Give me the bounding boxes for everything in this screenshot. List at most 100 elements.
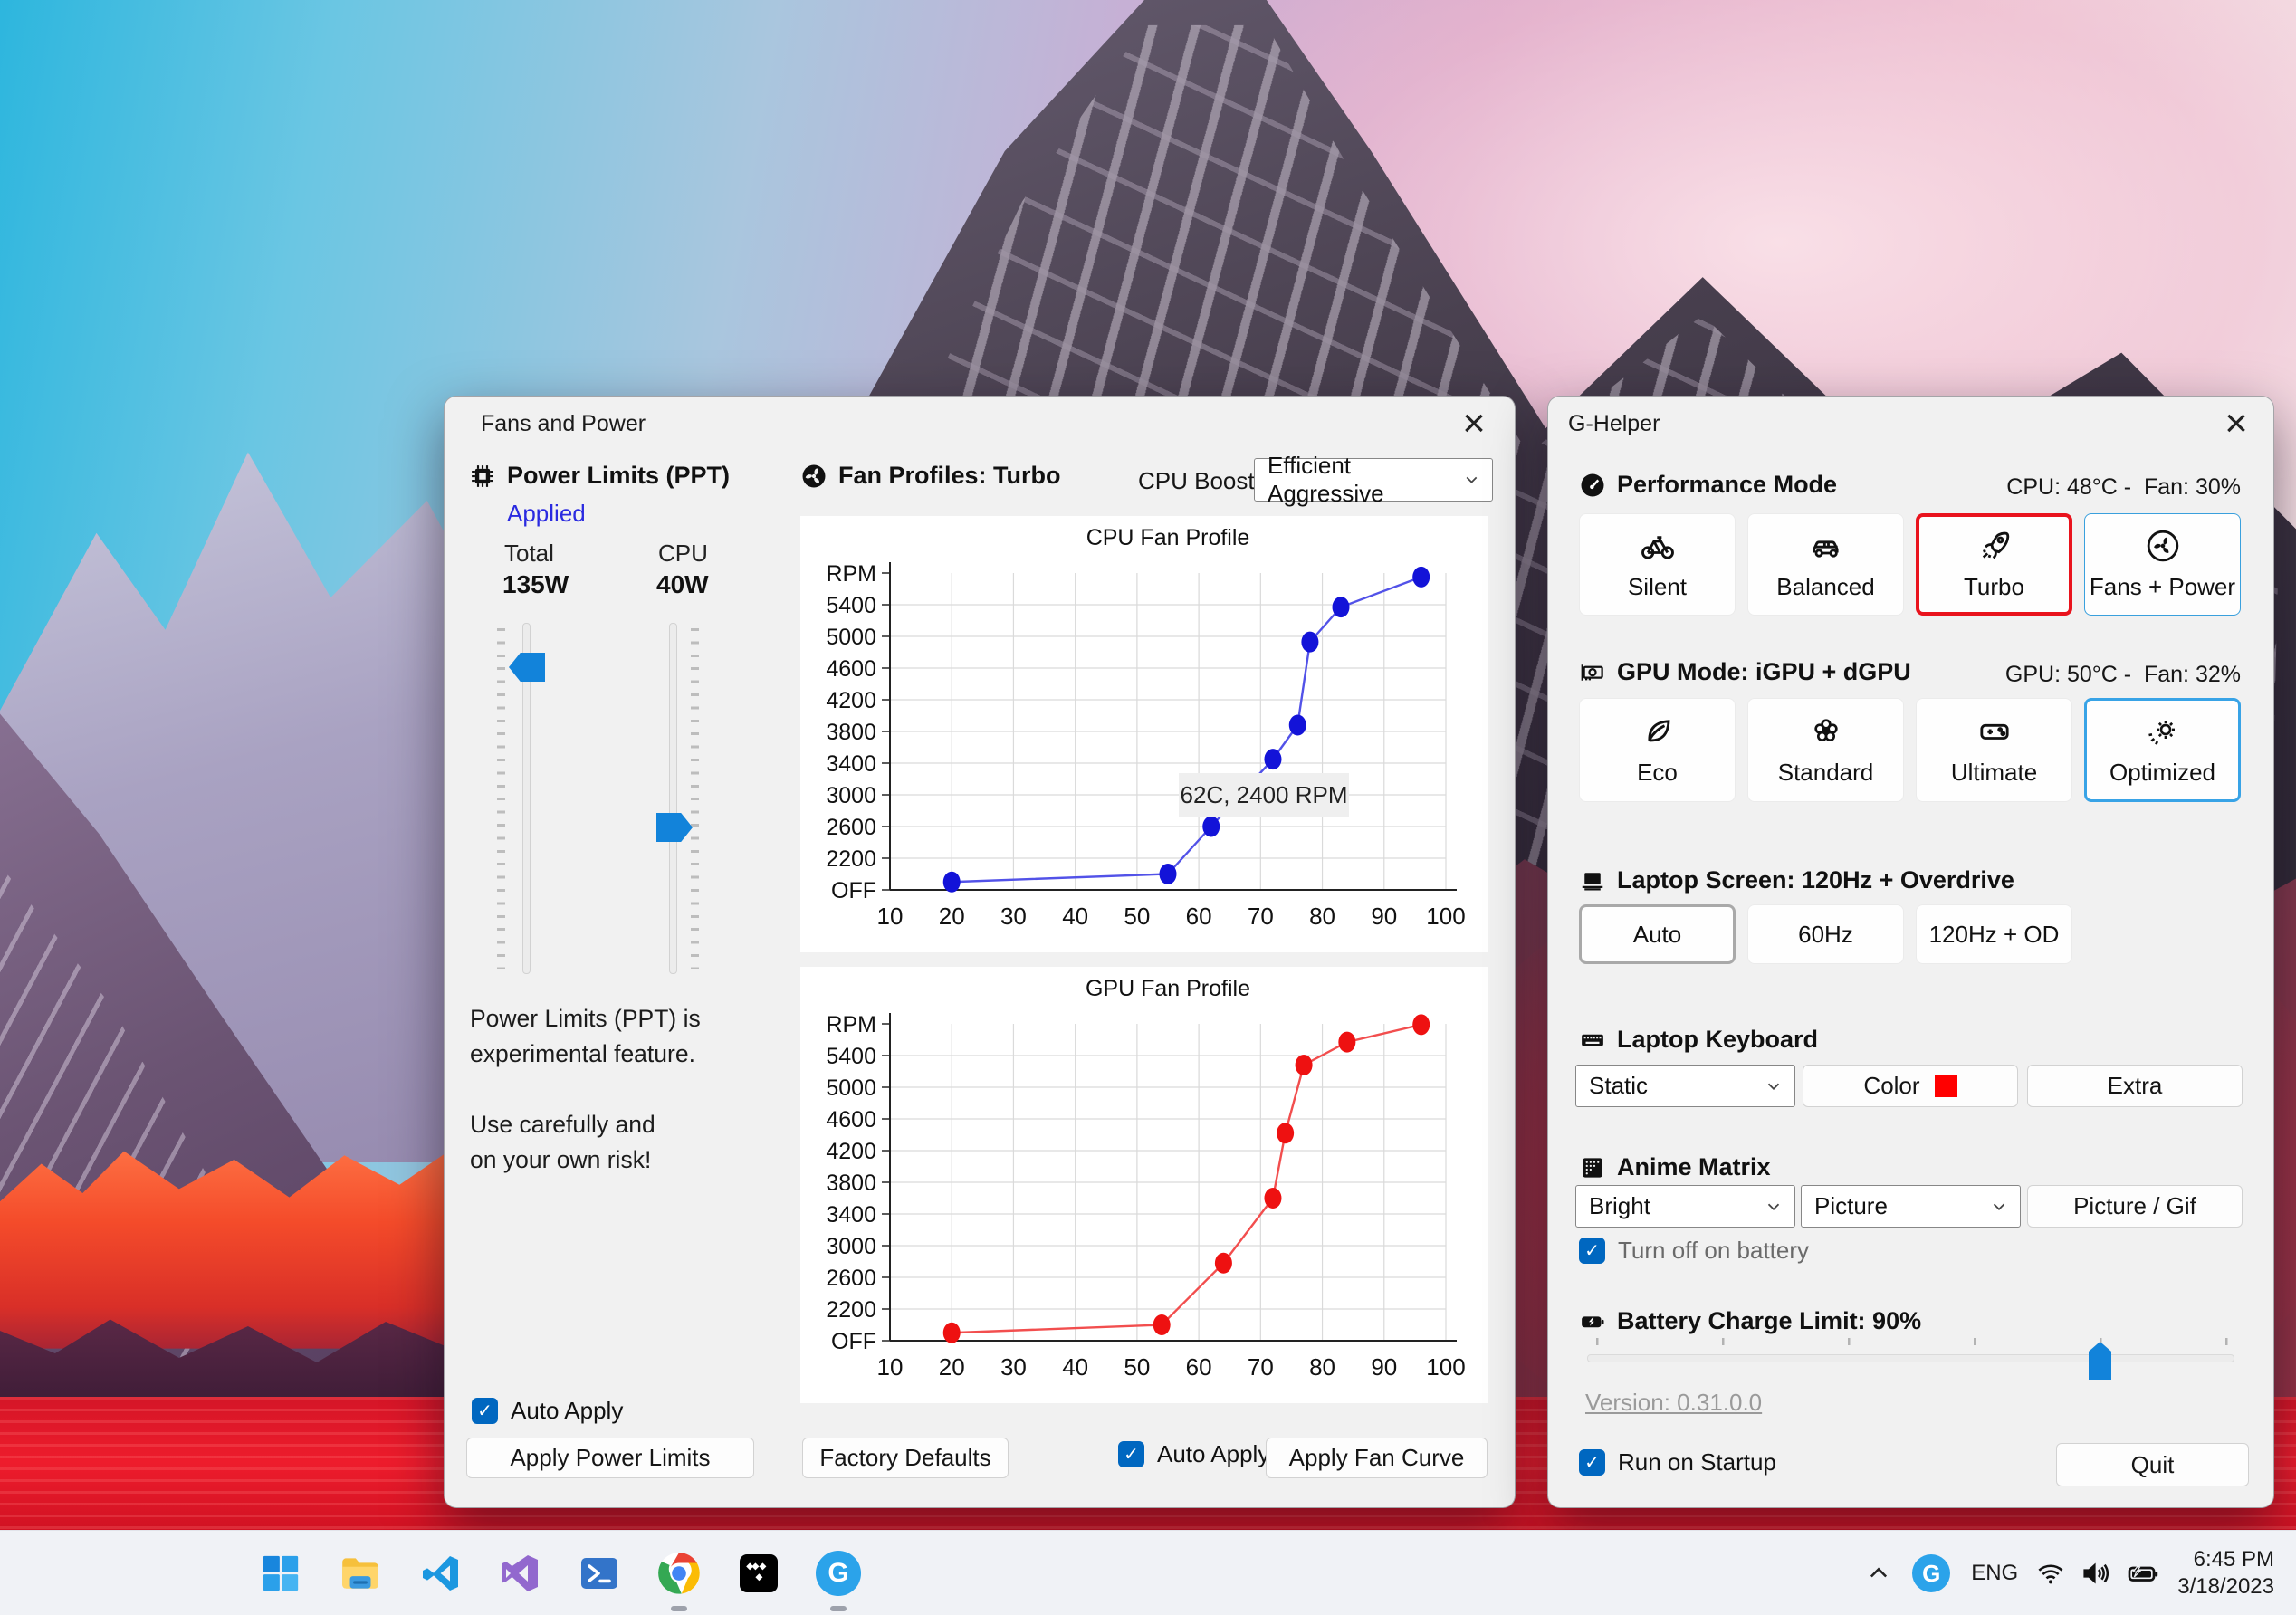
- anime-brightness-value: Bright: [1589, 1192, 1650, 1219]
- auto-apply-fan-checkbox[interactable]: ✓: [1118, 1441, 1144, 1467]
- mode-button-turbo[interactable]: Turbo: [1916, 513, 2072, 616]
- svg-text:20: 20: [939, 1353, 965, 1381]
- g-helper-titlebar[interactable]: G-Helper ×: [1548, 397, 2273, 449]
- apply-power-limits-button[interactable]: Apply Power Limits: [466, 1438, 754, 1478]
- screen-button-label: 60Hz: [1798, 920, 1853, 948]
- fan-icon: [2147, 530, 2178, 562]
- turn-off-on-battery-label: Turn off on battery: [1618, 1237, 1810, 1264]
- total-slider-ticks: [497, 628, 505, 969]
- svg-text:2200: 2200: [826, 846, 876, 872]
- svg-text:GPU Fan Profile: GPU Fan Profile: [1086, 976, 1250, 1001]
- close-icon[interactable]: ×: [2210, 401, 2263, 445]
- gpu-button-eco[interactable]: Eco: [1579, 698, 1736, 802]
- anime-mode-select[interactable]: Picture: [1801, 1185, 2021, 1228]
- leaf-icon: [1647, 720, 1669, 742]
- keyboard-mode-select[interactable]: Static: [1575, 1065, 1795, 1107]
- g-helper-taskbar-button[interactable]: G: [810, 1545, 866, 1611]
- turn-off-on-battery-row: ✓ Turn off on battery: [1579, 1237, 1809, 1265]
- desktop: Fans and Power × Power Limits (PPT) Appl…: [0, 0, 2296, 1615]
- gpu-temp-status: GPU: 50°C - Fan: 32%: [2004, 662, 2241, 687]
- gpu-fan-chart[interactable]: GPU Fan Profile OFF 2200 2600 3000 3400 3800 42…: [800, 967, 1488, 1403]
- power-limits-heading-row: Power Limits (PPT): [469, 462, 730, 490]
- battery-slider-track[interactable]: [1587, 1354, 2234, 1362]
- tray-language[interactable]: ENG: [1960, 1561, 2029, 1586]
- screen-button-auto[interactable]: Auto: [1579, 904, 1736, 964]
- gpu-button-standard[interactable]: Standard: [1747, 698, 1904, 802]
- chrome-button[interactable]: [651, 1545, 707, 1611]
- run-on-startup-label: Run on Startup: [1618, 1448, 1776, 1476]
- tray-g-helper-icon[interactable]: G: [1902, 1554, 1960, 1592]
- keyboard-mode-value: Static: [1589, 1072, 1649, 1099]
- screen-button-120hz-od[interactable]: 120Hz + OD: [1916, 904, 2072, 964]
- gpu-mode-heading: GPU Mode: iGPU + dGPU: [1617, 658, 1911, 685]
- battery-slider-ticks: [1596, 1338, 2239, 1345]
- gpu-button-label: Standard: [1777, 759, 1874, 786]
- cpu-slider-label: CPU: [658, 540, 708, 567]
- cpu-boost-select[interactable]: Efficient Aggressive: [1254, 452, 1493, 507]
- version-link[interactable]: Version: 0.31.0.0: [1585, 1389, 1762, 1417]
- mode-button-balanced[interactable]: Balanced: [1747, 513, 1904, 616]
- fan-curve-tooltip: 62C, 2400 RPM: [1179, 773, 1349, 817]
- turn-off-on-battery-checkbox[interactable]: ✓: [1579, 1238, 1605, 1264]
- cpu-slider-thumb[interactable]: [656, 813, 693, 842]
- mode-button-label: Balanced: [1776, 573, 1875, 600]
- total-slider-thumb[interactable]: [509, 653, 545, 682]
- svg-text:70: 70: [1248, 903, 1274, 930]
- windows-logo-icon: [263, 1555, 299, 1591]
- wifi-icon[interactable]: [2029, 1559, 2072, 1588]
- run-on-startup-checkbox[interactable]: ✓: [1579, 1449, 1605, 1476]
- gpu-button-optimized[interactable]: Optimized: [2084, 698, 2241, 802]
- cpu-boost-label: CPU Boost: [1138, 467, 1255, 494]
- screen-button-60hz[interactable]: 60Hz: [1747, 904, 1904, 964]
- svg-text:3800: 3800: [826, 1171, 876, 1196]
- cpu-fan-chart[interactable]: CPU Fan Profile OFF 2200 2600 3000 3400 3800 42…: [800, 516, 1488, 952]
- tray-clock[interactable]: 6:45 PM 3/18/2023: [2177, 1546, 2274, 1601]
- rocket-icon: [1982, 531, 2009, 559]
- svg-text:OFF: OFF: [831, 1329, 876, 1354]
- keyboard-color-button[interactable]: Color: [1803, 1065, 2018, 1107]
- factory-defaults-button[interactable]: Factory Defaults: [802, 1438, 1009, 1478]
- svg-text:3800: 3800: [826, 720, 876, 745]
- mode-button-fans-power[interactable]: Fans + Power: [2084, 513, 2241, 616]
- powershell-button[interactable]: [571, 1545, 627, 1601]
- svg-text:CPU Fan Profile: CPU Fan Profile: [1086, 525, 1250, 550]
- auto-apply-power-checkbox[interactable]: ✓: [472, 1398, 498, 1424]
- file-explorer-button[interactable]: [332, 1545, 388, 1601]
- tidal-button[interactable]: [731, 1545, 787, 1601]
- svg-text:5400: 5400: [826, 593, 876, 618]
- mode-button-silent[interactable]: Silent: [1579, 513, 1736, 616]
- laptop-screen-heading-row: Laptop Screen: 120Hz + Overdrive: [1579, 866, 2014, 894]
- svg-text:70: 70: [1248, 1353, 1274, 1381]
- apply-fan-curve-button[interactable]: Apply Fan Curve: [1266, 1438, 1488, 1478]
- optimized-gear-icon: [2148, 721, 2175, 745]
- cpu-slider-track[interactable]: [669, 623, 677, 974]
- close-icon[interactable]: ×: [1448, 401, 1500, 445]
- battery-slider-thumb[interactable]: [2089, 1342, 2111, 1380]
- battery-limit-heading: Battery Charge Limit: 90%: [1617, 1307, 1922, 1334]
- gpu-button-ultimate[interactable]: Ultimate: [1916, 698, 2072, 802]
- g-helper-window: G-Helper × Performance Mode CPU: 48°C - …: [1547, 396, 2274, 1508]
- auto-apply-fan-label: Auto Apply: [1157, 1440, 1270, 1467]
- svg-text:RPM: RPM: [826, 561, 876, 587]
- quit-button[interactable]: Quit: [2056, 1443, 2249, 1486]
- tray-chevron-up-icon[interactable]: [1855, 1561, 1902, 1586]
- total-slider-value: 135W: [502, 570, 569, 598]
- svg-text:80: 80: [1309, 903, 1335, 930]
- keyboard-extra-button[interactable]: Extra: [2027, 1065, 2243, 1107]
- svg-text:40: 40: [1062, 1353, 1088, 1381]
- volume-icon[interactable]: [2072, 1559, 2118, 1588]
- mode-button-label: Fans + Power: [2089, 573, 2236, 600]
- cpu-temp-status: CPU: 48°C - Fan: 30%: [2006, 474, 2241, 500]
- battery-charging-icon[interactable]: [2118, 1557, 2168, 1590]
- tray-time: 6:45 PM: [2193, 1547, 2274, 1572]
- svg-text:RPM: RPM: [826, 1012, 876, 1037]
- picture-gif-button[interactable]: Picture / Gif: [2027, 1185, 2243, 1228]
- fans-window-title: Fans and Power: [481, 411, 646, 436]
- vscode-button[interactable]: [412, 1545, 468, 1601]
- performance-mode-heading: Performance Mode: [1617, 471, 1838, 498]
- visual-studio-button[interactable]: [492, 1545, 548, 1601]
- fans-window-titlebar[interactable]: Fans and Power ×: [445, 397, 1515, 449]
- svg-text:5000: 5000: [826, 625, 876, 650]
- anime-brightness-select[interactable]: Bright: [1575, 1185, 1795, 1228]
- start-button[interactable]: [253, 1545, 309, 1601]
